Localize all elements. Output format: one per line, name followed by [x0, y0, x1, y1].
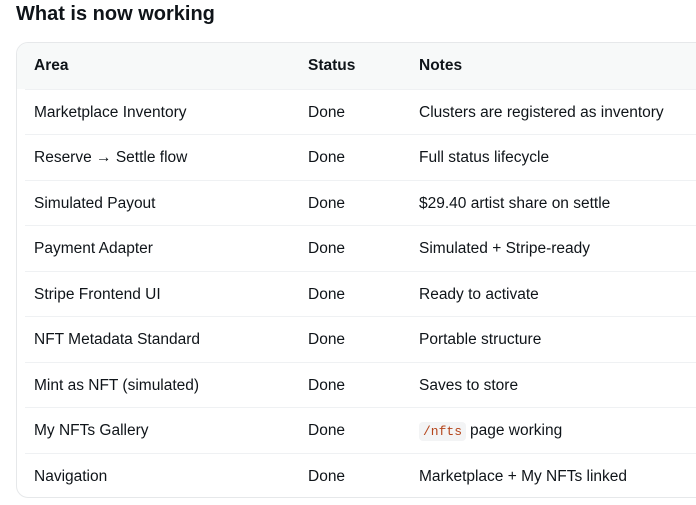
cell-area: Payment Adapter — [34, 240, 153, 257]
section-heading: What is now working — [16, 3, 215, 25]
cell-area: Reserve → Settle flow — [34, 149, 188, 166]
cell-area: Navigation — [34, 468, 108, 485]
cell-notes: /nfts page working — [419, 408, 562, 453]
status-table: Area Status Notes Marketplace Inventory … — [16, 42, 696, 498]
cell-notes: Portable structure — [419, 331, 542, 348]
cell-notes: Ready to activate — [419, 286, 539, 303]
cell-status: Done — [308, 149, 346, 166]
cell-status: Done — [308, 377, 346, 394]
table-row: Mint as NFT (simulated) Done Saves to st… — [25, 362, 696, 408]
table-row: Stripe Frontend UI Done Ready to activat… — [25, 271, 696, 317]
cell-area: Marketplace Inventory — [34, 104, 187, 121]
cell-status: Done — [308, 104, 346, 121]
cell-area: Mint as NFT (simulated) — [34, 377, 200, 394]
cell-notes: Saves to store — [419, 377, 519, 394]
cell-area: Simulated Payout — [34, 195, 156, 212]
cell-status: Done — [308, 422, 346, 439]
table-row: My NFTs Gallery Done /nfts page working — [25, 407, 696, 453]
cell-notes: Full status lifecycle — [419, 149, 550, 166]
cell-status: Done — [308, 468, 346, 485]
column-header-area: Area — [34, 57, 69, 74]
cell-status: Done — [308, 195, 346, 212]
table-row: Marketplace Inventory Done Clusters are … — [25, 89, 696, 135]
cell-status: Done — [308, 286, 346, 303]
table-header-row: Area Status Notes — [17, 43, 696, 89]
cell-notes: Clusters are registered as inventory — [419, 104, 664, 121]
cell-notes-text: page working — [470, 422, 563, 439]
table-row: NFT Metadata Standard Done Portable stru… — [25, 316, 696, 362]
cell-status: Done — [308, 240, 346, 257]
table-row: Navigation Done Marketplace + My NFTs li… — [25, 453, 696, 497]
inline-code-path: /nfts — [419, 422, 467, 441]
cell-area: Stripe Frontend UI — [34, 286, 161, 303]
cell-notes: Marketplace + My NFTs linked — [419, 468, 628, 485]
column-header-status: Status — [308, 57, 356, 74]
table-row: Payment Adapter Done Simulated + Stripe-… — [25, 225, 696, 271]
cell-notes: Simulated + Stripe-ready — [419, 240, 591, 257]
cell-status: Done — [308, 331, 346, 348]
table-row: Simulated Payout Done $29.40 artist shar… — [25, 180, 696, 226]
cell-area: NFT Metadata Standard — [34, 331, 200, 348]
table-row: Reserve → Settle flow Done Full status l… — [25, 134, 696, 180]
cell-notes: $29.40 artist share on settle — [419, 195, 611, 212]
column-header-notes: Notes — [419, 57, 463, 74]
cell-area: My NFTs Gallery — [34, 422, 149, 439]
